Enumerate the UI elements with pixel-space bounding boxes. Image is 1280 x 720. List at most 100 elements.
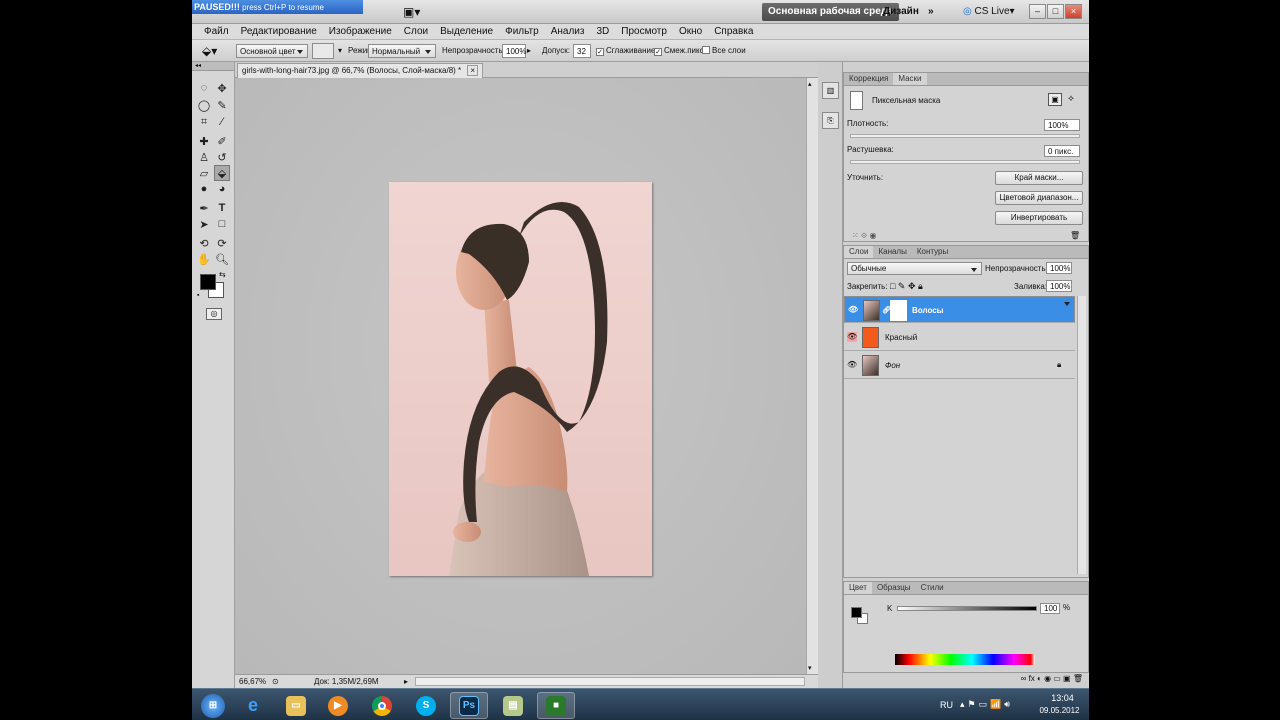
taskbar-recorder[interactable]: ■ [537, 692, 575, 719]
taskbar-skype[interactable]: S [407, 692, 445, 719]
opacity-dropdown-icon[interactable]: ▸ [527, 44, 531, 58]
move-tool-icon[interactable]: ✥ [214, 80, 230, 96]
visibility-eye-icon[interactable]: 👁︎ [848, 305, 858, 315]
pixel-mask-icon[interactable]: ▣ [1048, 93, 1062, 106]
type-tool-icon[interactable]: T [214, 200, 230, 216]
crop-tool-icon[interactable]: ⌗ [196, 114, 212, 130]
menu-view[interactable]: Просмотр [615, 26, 673, 37]
tolerance-field[interactable]: 32 [573, 44, 591, 58]
mode-select[interactable]: Нормальный [368, 44, 436, 58]
color-foreground-swatch[interactable] [851, 607, 862, 618]
contiguous-checkbox[interactable]: ✓ Смеж.пикс [654, 44, 704, 58]
menu-select[interactable]: Выделение [434, 26, 499, 37]
color-range-button[interactable]: Цветовой диапазон... [995, 191, 1083, 205]
density-field[interactable]: 100% [1044, 119, 1080, 131]
hand-tool-icon[interactable]: ✋ [196, 251, 212, 267]
document-tab-close-icon[interactable]: × [467, 65, 479, 76]
layers-footer-icons[interactable]: ∞ fx ◐ ◉ ▭ ▣ 🗑︎ [843, 674, 1089, 688]
scroll-up-icon[interactable]: ▴ [808, 80, 812, 88]
minimize-button[interactable]: – [1029, 4, 1046, 19]
maximize-button[interactable]: □ [1047, 4, 1064, 19]
feather-slider[interactable] [850, 160, 1080, 164]
lock-icons[interactable]: □ ✎ ✥ 🔒︎ [890, 281, 923, 292]
menu-analysis[interactable]: Анализ [545, 26, 591, 37]
pattern-picker[interactable] [312, 43, 334, 59]
quick-mask-icon[interactable]: ◎ [206, 308, 222, 320]
menu-layers[interactable]: Слои [398, 26, 434, 37]
blur-tool-icon[interactable]: ● [196, 181, 212, 197]
antialias-checkbox[interactable]: ✓ Сглаживание [596, 44, 655, 58]
vertical-scrollbar[interactable]: ▴ ▾ [806, 78, 818, 674]
menu-filter[interactable]: Фильтр [499, 26, 545, 37]
mask-edge-button[interactable]: Край маски... [995, 171, 1083, 185]
pen-tool-icon[interactable]: ✒ [196, 200, 212, 216]
color-spectrum-ramp[interactable] [895, 654, 1035, 665]
taskbar-notes[interactable]: ▤ [494, 692, 532, 719]
taskbar-photoshop[interactable]: Ps [450, 692, 488, 719]
workspace-more-button[interactable]: » [922, 3, 940, 21]
all-layers-checkbox[interactable]: Все слои [702, 44, 746, 58]
menu-window[interactable]: Окно [673, 26, 708, 37]
tools-collapse-grip[interactable]: ◂◂ [192, 62, 234, 71]
tab-styles[interactable]: Стили [916, 582, 949, 594]
menu-edit[interactable]: Редактирование [235, 26, 323, 37]
fill-source-select[interactable]: Основной цвет [236, 44, 308, 58]
shape-tool-icon[interactable]: □ [214, 216, 230, 232]
clock-date[interactable]: 09.05.2012 [1032, 706, 1087, 715]
layer-opacity-field[interactable]: 100% [1046, 262, 1072, 274]
histogram-panel-icon[interactable]: ▥ [822, 82, 839, 99]
taskbar-explorer[interactable]: ▭ [277, 692, 315, 719]
scroll-down-icon[interactable]: ▾ [808, 664, 812, 672]
canvas-area[interactable] [235, 78, 806, 674]
layer-row-background[interactable]: 👁︎ Фон 🔒︎ [844, 352, 1075, 379]
history-brush-tool-icon[interactable]: ↺ [214, 149, 230, 165]
dodge-tool-icon[interactable]: ◕ [214, 181, 230, 197]
visibility-eye-icon[interactable]: 👁︎ [847, 360, 857, 370]
taskbar-chrome[interactable] [363, 692, 401, 719]
tab-adjustments[interactable]: Коррекция [844, 73, 893, 85]
tab-color[interactable]: Цвет [844, 582, 872, 594]
zoom-level[interactable]: 66,67% [239, 675, 266, 688]
layer-mask-thumbnail[interactable] [890, 300, 907, 321]
visibility-eye-icon[interactable]: 👁︎ [847, 332, 857, 342]
layers-scrollbar[interactable] [1077, 296, 1086, 574]
tab-swatches[interactable]: Образцы [872, 582, 916, 594]
clone-stamp-tool-icon[interactable]: ♙ [196, 149, 212, 165]
invert-button[interactable]: Инвертировать [995, 211, 1083, 225]
healing-brush-tool-icon[interactable]: ✚ [196, 133, 212, 149]
menu-file[interactable]: Файл [198, 26, 235, 37]
marquee-tool-icon[interactable]: ◌ [196, 80, 212, 96]
layer-row-hair[interactable]: 👁︎ 🔗︎ Волосы [844, 296, 1075, 323]
foreground-color-swatch[interactable] [200, 274, 216, 290]
horizontal-scrollbar[interactable] [415, 677, 805, 686]
document-tab[interactable]: girls-with-long-hair73.jpg @ 66,7% (Воло… [237, 63, 484, 78]
lasso-tool-icon[interactable]: ◯ [196, 97, 212, 113]
swap-colors-icon[interactable]: ⇆ [219, 270, 226, 279]
paint-bucket-tool-icon[interactable]: ⬙ [214, 165, 230, 181]
cs-live-button[interactable]: ◎ CS Live▾ [957, 3, 1021, 21]
default-colors-icon[interactable]: ▪ [197, 292, 199, 299]
quick-selection-tool-icon[interactable]: ✎ [214, 97, 230, 113]
3d-orbit-tool-icon[interactable]: ⟳ [214, 235, 230, 251]
status-menu-icon[interactable]: ⊙ [272, 675, 279, 688]
eyedropper-tool-icon[interactable]: ⁄ [214, 114, 230, 130]
photo-canvas[interactable] [389, 182, 652, 576]
taskbar-media-player[interactable]: ▶ [319, 692, 357, 719]
mask-footer-icons[interactable]: ⁙ ⟐ ◉ [852, 231, 876, 241]
taskbar-ie[interactable]: e [234, 692, 272, 719]
3d-rotate-tool-icon[interactable]: ⟲ [196, 235, 212, 251]
history-panel-icon[interactable]: ⎘ [822, 112, 839, 129]
vector-mask-icon[interactable]: ⟡ [1068, 93, 1074, 104]
brush-tool-icon[interactable]: ✐ [214, 133, 230, 149]
opacity-field[interactable]: 100% [502, 44, 526, 58]
k-slider[interactable] [897, 606, 1037, 611]
eraser-tool-icon[interactable]: ▱ [196, 165, 212, 181]
status-arrow-icon[interactable]: ▸ [404, 675, 408, 688]
pattern-dropdown-icon[interactable]: ▾ [338, 44, 342, 58]
delete-mask-icon[interactable]: 🗑︎ [1070, 231, 1080, 240]
tab-channels[interactable]: Каналы [873, 246, 911, 258]
start-button[interactable]: ⊞ [194, 692, 232, 719]
blend-mode-select[interactable]: Обычные [847, 262, 982, 275]
arrange-documents-icon[interactable]: ▣▾ [397, 3, 426, 21]
menu-help[interactable]: Справка [708, 26, 759, 37]
